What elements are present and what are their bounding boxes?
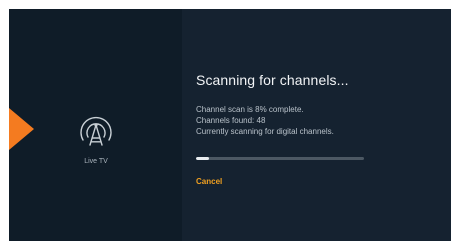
scan-progress-bar <box>196 157 364 160</box>
live-tv-label: Live TV <box>84 158 108 165</box>
scan-progress-fill <box>196 157 210 160</box>
channels-found-text: Channels found: 48 <box>196 116 266 125</box>
scan-progress-text: Channel scan is 8% complete. <box>196 105 304 114</box>
tv-screen: Live TV Scanning for channels... Channel… <box>9 9 451 241</box>
scan-mode-text: Currently scanning for digital channels. <box>196 127 334 136</box>
cancel-button[interactable]: Cancel <box>196 177 222 186</box>
selection-pointer <box>9 108 34 150</box>
scan-panel: Scanning for channels... Channel scan is… <box>182 9 451 241</box>
antenna-tower-icon[interactable] <box>75 109 117 153</box>
stage: Live TV Scanning for channels... Channel… <box>0 0 460 250</box>
left-panel: Live TV <box>9 9 182 241</box>
scan-title: Scanning for channels... <box>196 72 349 88</box>
